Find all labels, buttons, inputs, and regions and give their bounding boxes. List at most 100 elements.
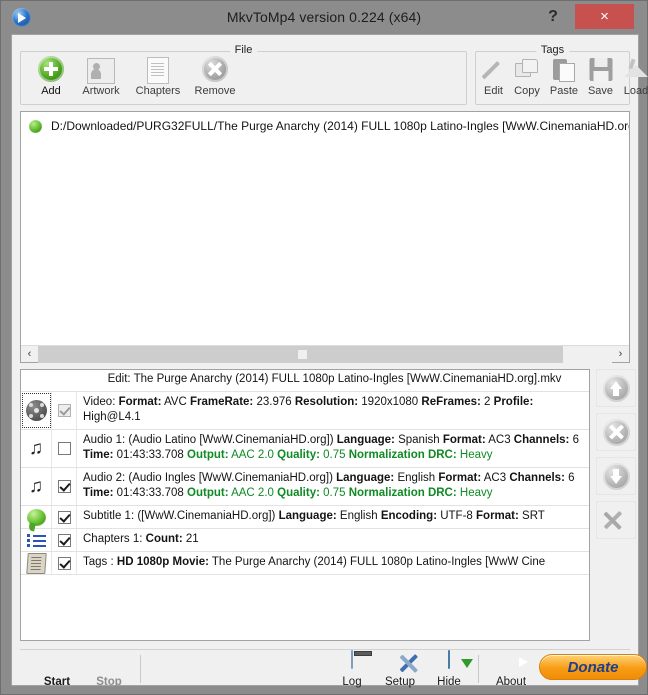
toolbar-button-copy[interactable]: Copy	[509, 56, 545, 97]
arrow-up-circle-icon	[602, 374, 630, 402]
stop-button[interactable]: Stop	[87, 651, 131, 689]
music-note-icon: ♫	[21, 430, 52, 467]
toolbar-button-copy-label: Copy	[514, 85, 540, 97]
floppy-disk-icon	[583, 56, 618, 84]
toolbar-button-save[interactable]: Save	[583, 56, 618, 97]
scrollbar-thumb[interactable]	[38, 345, 563, 363]
bottom-separator-1	[140, 655, 141, 683]
artwork-image-icon	[73, 56, 129, 84]
hide-button[interactable]: Hide	[430, 650, 468, 689]
toolbar-button-paste[interactable]: Paste	[545, 56, 583, 97]
table-row[interactable]: Tags : HD 1080p Movie: The Purge Anarchy…	[21, 552, 589, 575]
audio2-track-info: Audio 2: (Audio Ingles [WwW.CinemaniaHD.…	[83, 472, 575, 499]
hide-button-label: Hide	[437, 676, 461, 688]
video-track-checkbox[interactable]	[52, 392, 77, 429]
scrollbar-track[interactable]	[38, 345, 612, 363]
toolbar-button-artwork[interactable]: Artwork	[73, 56, 129, 97]
file-list-horizontal-scrollbar[interactable]: ‹ ›	[21, 345, 629, 363]
chapters-list-icon	[21, 529, 52, 551]
toolbar-group-file: File Add Artwork Chapters Remove	[20, 44, 467, 105]
toolbar-button-load-label: Load	[623, 85, 648, 97]
toolbar-button-paste-label: Paste	[549, 85, 579, 97]
details-header-spacer	[21, 370, 78, 391]
subtitle-track-info: Subtitle 1: ([WwW.CinemaniaHD.org]) Lang…	[83, 510, 545, 522]
tags-info: Tags : HD 1080p Movie: The Purge Anarchy…	[83, 556, 546, 568]
title-bar: MkvToMp4 version 0.224 (x64) ? ×	[1, 1, 647, 34]
details-header-row: Edit: The Purge Anarchy (2014) FULL 1080…	[21, 370, 589, 392]
toolbar-button-save-label: Save	[587, 85, 614, 97]
music-note-icon: ♫	[21, 468, 52, 505]
group-label-tags: Tags	[535, 44, 570, 56]
clipboard-icon	[545, 56, 583, 84]
client-area: File Add Artwork Chapters Remove Tags Ed…	[11, 34, 648, 688]
donate-button[interactable]: Donate	[539, 654, 647, 680]
log-button[interactable]: Log	[334, 650, 370, 689]
toolbar-button-artwork-label: Artwork	[82, 85, 120, 97]
chapters-checkbox[interactable]	[52, 529, 77, 551]
table-row[interactable]: Video: Format: AVC FrameRate: 23.976 Res…	[21, 392, 589, 430]
group-label-file: File	[229, 44, 258, 56]
about-button[interactable]: About	[489, 651, 533, 689]
subtitle-track-checkbox[interactable]	[52, 506, 77, 528]
toolbar-button-chapters[interactable]: Chapters	[129, 56, 187, 97]
stop-button-label: Stop	[96, 676, 122, 688]
setup-button[interactable]: Setup	[378, 651, 422, 689]
subtitle-bubble-icon	[21, 506, 52, 528]
toolbar-button-remove[interactable]: Remove	[187, 56, 243, 97]
audio1-track-info: Audio 1: (Audio Latino [WwW.CinemaniaHD.…	[83, 434, 579, 461]
gray-led-icon	[87, 651, 131, 675]
log-icon	[334, 650, 370, 675]
file-list[interactable]: D:/Downloaded/PURG32FULL/The Purge Anarc…	[20, 111, 630, 363]
tools-icon	[378, 651, 422, 675]
film-reel-icon	[21, 392, 52, 429]
move-up-button[interactable]	[596, 369, 636, 407]
toolbar-button-add-label: Add	[41, 85, 61, 97]
details-header-label: Edit: The Purge Anarchy (2014) FULL 1080…	[107, 373, 562, 385]
audio1-track-checkbox[interactable]	[52, 430, 77, 467]
help-button[interactable]: ?	[538, 4, 568, 29]
log-button-label: Log	[342, 676, 362, 688]
bottom-divider	[20, 649, 630, 650]
green-led-icon	[35, 651, 79, 675]
status-ready-icon	[29, 119, 42, 133]
track-settings-button[interactable]	[596, 501, 636, 539]
tags-checkbox[interactable]	[52, 552, 77, 574]
start-button[interactable]: Start	[35, 651, 79, 689]
table-row[interactable]: ♫ Audio 2: (Audio Ingles [WwW.CinemaniaH…	[21, 468, 589, 506]
toolbar: File Add Artwork Chapters Remove Tags Ed…	[20, 43, 648, 105]
scroll-right-arrow-icon[interactable]: ›	[612, 346, 629, 363]
toolbar-button-edit[interactable]: Edit	[478, 56, 509, 97]
tools-icon	[603, 507, 629, 533]
track-details-panel[interactable]: Edit: The Purge Anarchy (2014) FULL 1080…	[20, 369, 590, 641]
audio2-track-checkbox[interactable]	[52, 468, 77, 505]
start-button-label: Start	[43, 676, 71, 688]
bottom-separator-2	[478, 655, 479, 683]
chapters-info: Chapters 1: Count: 21	[83, 533, 199, 545]
chapters-page-icon	[129, 56, 187, 84]
toolbar-button-load[interactable]: Load	[618, 56, 648, 97]
bottom-bar: Start Stop Log Setup Hide About Donate	[12, 650, 647, 688]
delete-track-button[interactable]	[596, 413, 636, 451]
scroll-left-arrow-icon[interactable]: ‹	[21, 346, 38, 363]
video-track-info: Video: Format: AVC FrameRate: 23.976 Res…	[83, 396, 534, 423]
toolbar-button-chapters-label: Chapters	[135, 85, 181, 97]
table-row[interactable]: ♫ Audio 1: (Audio Latino [WwW.CinemaniaH…	[21, 430, 589, 468]
table-row[interactable]: Chapters 1: Count: 21	[21, 529, 589, 552]
scrollbar-grip	[298, 349, 307, 359]
table-row[interactable]: Subtitle 1: ([WwW.CinemaniaHD.org]) Lang…	[21, 506, 589, 529]
track-action-buttons	[596, 369, 638, 641]
file-list-item[interactable]: D:/Downloaded/PURG32FULL/The Purge Anarc…	[21, 115, 629, 137]
toolbar-group-tags: Tags Edit Copy Paste Save Load	[475, 44, 648, 105]
add-circle-icon	[29, 56, 73, 84]
move-down-button[interactable]	[596, 457, 636, 495]
setup-button-label: Setup	[384, 676, 416, 688]
close-button[interactable]: ×	[575, 4, 634, 29]
about-play-icon	[489, 651, 533, 675]
tags-icon	[21, 552, 52, 574]
toolbar-button-add[interactable]: Add	[29, 56, 73, 97]
toolbar-button-edit-label: Edit	[484, 85, 503, 97]
hide-window-icon	[430, 650, 468, 675]
delete-circle-icon	[602, 418, 630, 446]
about-button-label: About	[495, 676, 527, 688]
file-path-label: D:/Downloaded/PURG32FULL/The Purge Anarc…	[51, 119, 629, 133]
